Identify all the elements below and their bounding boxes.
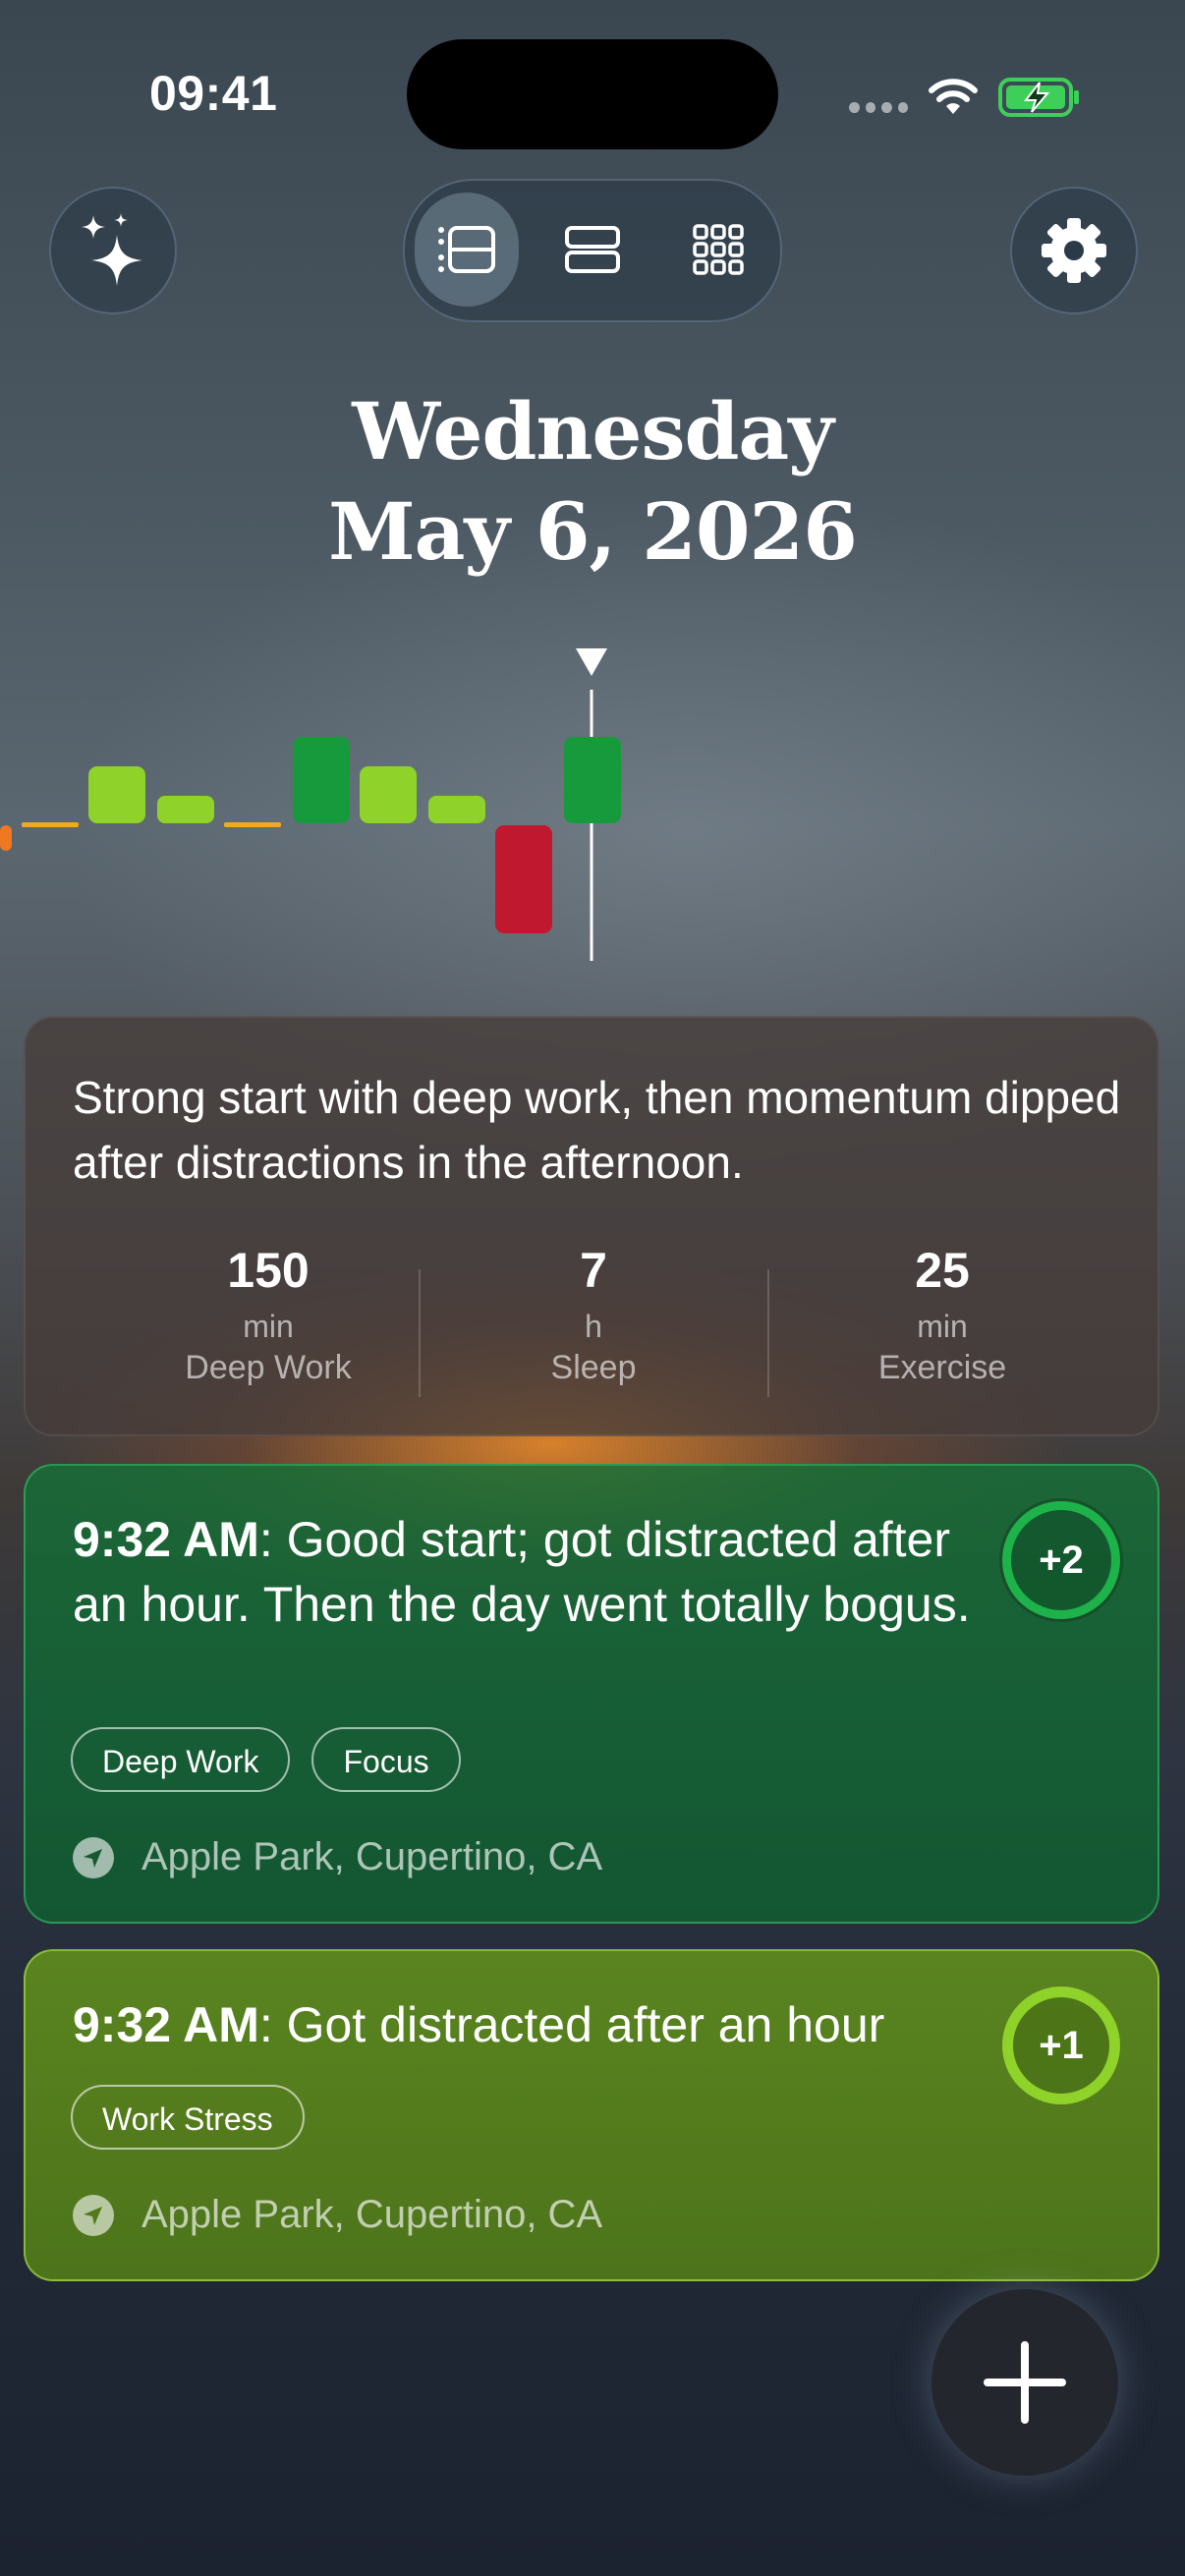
list-timeline-icon [438,226,495,273]
stat-unit: min [917,1309,968,1344]
mood-bar [88,766,145,823]
status-time: 09:41 [149,66,278,121]
mood-bar [0,825,12,851]
stat-exercise: 25 min Exercise [775,1242,1109,1387]
stat-label: Exercise [877,1349,1007,1386]
add-entry-button[interactable] [931,2289,1118,2476]
entry-location[interactable]: Apple Park, Cupertino, CA [73,1835,602,1879]
mood-timeline[interactable] [0,639,1185,973]
entry-card[interactable]: 9:32 AM: Good start; got distracted afte… [24,1464,1159,1924]
stat-value: 25 [915,1243,970,1298]
stat-deep-work: 150 min Deep Work [101,1242,435,1387]
sparkles-button[interactable] [49,187,177,314]
wifi-icon [929,79,978,114]
mood-bar [293,737,350,823]
stat-divider [767,1269,769,1397]
view-mode-switcher [403,179,782,322]
stat-value: 150 [227,1243,310,1298]
mood-bar [360,766,417,823]
grid-icon [693,224,744,275]
entry-score-badge: +1 [1002,1987,1120,2104]
entry-tags: Work Stress [71,2085,305,2150]
mood-bar [428,796,485,823]
mood-bar [157,796,214,823]
mood-bar [22,822,79,827]
mood-bar [564,737,621,823]
stat-unit: min [243,1309,294,1344]
view-rows-button[interactable] [540,193,645,307]
location-arrow-icon [73,1836,114,1878]
now-marker-icon [576,648,607,676]
entry-time: 9:32 AM [73,1997,259,2052]
entry-text: 9:32 AM: Got distracted after an hour [73,1992,996,2057]
rows-icon [565,226,620,273]
tag-chip[interactable]: Focus [311,1727,461,1792]
summary-text: Strong start with deep work, then moment… [73,1072,1121,1188]
entry-text: 9:32 AM: Good start; got distracted afte… [73,1507,996,1637]
gear-icon [1042,218,1106,283]
date-title: May 6, 2026 [328,485,858,578]
stat-sleep: 7 h Sleep [426,1242,761,1387]
entry-location[interactable]: Apple Park, Cupertino, CA [73,2193,602,2237]
view-grid-button[interactable] [666,193,770,307]
entry-tags: Deep Work Focus [71,1727,461,1792]
weekday-title: Wednesday [352,385,834,477]
dynamic-island [407,39,778,149]
location-arrow-icon [73,2194,114,2236]
stat-divider [419,1269,421,1397]
entry-card[interactable]: 9:32 AM: Got distracted after an hour +1… [24,1949,1159,2281]
sparkles-icon [82,213,142,286]
plus-icon [984,2341,1066,2424]
day-summary-card[interactable]: Strong start with deep work, then moment… [24,1016,1159,1436]
stat-label: Sleep [550,1349,637,1386]
entry-note: : Got distracted after an hour [258,1997,885,2052]
cellular-signal-icon [849,102,908,114]
stat-label: Deep Work [185,1349,352,1386]
view-timeline-button[interactable] [415,193,519,307]
stat-value: 7 [580,1243,607,1298]
entry-score-badge: +2 [1002,1501,1120,1619]
location-text: Apple Park, Cupertino, CA [141,1835,603,1878]
tag-chip[interactable]: Deep Work [71,1727,291,1792]
mood-bar [224,822,281,827]
stat-unit: h [585,1309,602,1344]
settings-button[interactable] [1010,187,1138,314]
location-text: Apple Park, Cupertino, CA [141,2193,603,2236]
tag-chip[interactable]: Work Stress [71,2085,305,2150]
battery-icon [998,78,1079,117]
entry-time: 9:32 AM [73,1512,259,1567]
mood-bar [495,825,552,933]
